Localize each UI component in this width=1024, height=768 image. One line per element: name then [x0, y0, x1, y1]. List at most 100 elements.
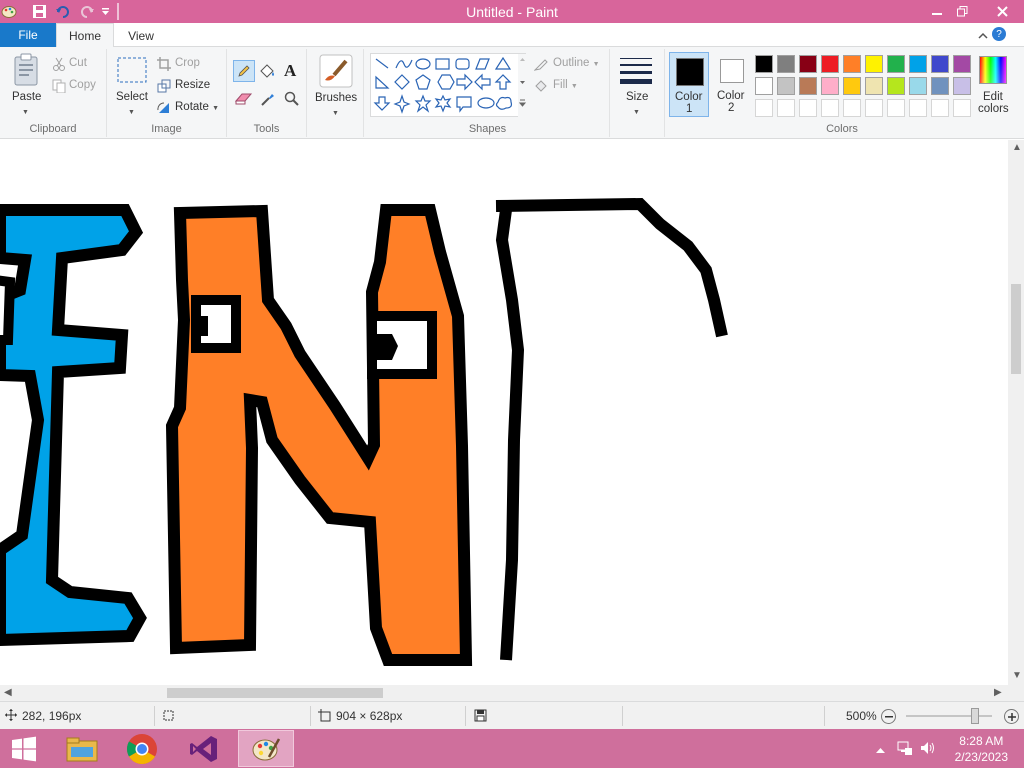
custom-color-slot[interactable]	[887, 99, 905, 117]
color-swatch[interactable]	[887, 55, 905, 73]
color2-button[interactable]: Color 2	[713, 52, 753, 117]
color-picker-icon[interactable]	[260, 91, 276, 110]
volume-icon[interactable]	[920, 740, 936, 759]
color-swatch[interactable]	[865, 55, 883, 73]
edit-colors-icon[interactable]	[979, 56, 1007, 84]
custom-color-slot[interactable]	[777, 99, 795, 117]
letter-t-outline-top	[495, 197, 728, 338]
color-swatch[interactable]	[843, 55, 861, 73]
select-icon[interactable]	[117, 57, 147, 86]
custom-color-slot[interactable]	[931, 99, 949, 117]
show-hidden-icons-icon[interactable]	[876, 743, 885, 757]
select-button[interactable]: Select	[116, 91, 148, 103]
color1-swatch	[676, 58, 704, 86]
rectangle-shape-icon	[435, 58, 450, 70]
crop-button[interactable]: Crop	[175, 57, 200, 69]
color-swatch[interactable]	[843, 77, 861, 95]
file-size-icon	[474, 709, 487, 725]
tab-file[interactable]: File	[0, 23, 56, 47]
restore-button[interactable]	[945, 0, 979, 22]
cut-button[interactable]: Cut	[69, 57, 87, 69]
custom-color-slot[interactable]	[821, 99, 839, 117]
tab-view[interactable]: View	[114, 23, 168, 48]
tools-group: A Tools	[227, 49, 307, 137]
custom-color-slot[interactable]	[843, 99, 861, 117]
custom-color-slot[interactable]	[909, 99, 927, 117]
color-swatch[interactable]	[755, 55, 773, 73]
color-swatch[interactable]	[887, 77, 905, 95]
select-dropdown-caret[interactable]: ▼	[128, 105, 135, 117]
paint-taskbar-button[interactable]	[238, 730, 294, 767]
horizontal-scrollbar[interactable]: ◀ ▶	[0, 685, 1008, 701]
paste-button[interactable]	[12, 53, 42, 90]
line-size-icon[interactable]	[620, 58, 652, 87]
horizontal-scroll-thumb[interactable]	[167, 688, 383, 698]
color-swatch[interactable]	[931, 77, 949, 95]
paste-label[interactable]: Paste	[12, 91, 41, 103]
color1-button[interactable]: Color 1	[669, 52, 709, 117]
drawing-canvas[interactable]	[0, 140, 1008, 685]
color-swatch[interactable]	[799, 55, 817, 73]
fill-button[interactable]: Fill ▼	[553, 79, 578, 91]
color-swatch[interactable]	[931, 55, 949, 73]
edit-colors-label-a[interactable]: Edit	[983, 91, 1003, 103]
color-swatch[interactable]	[821, 77, 839, 95]
vertical-scroll-thumb[interactable]	[1011, 284, 1021, 374]
cursor-position: 282, 196px	[22, 709, 82, 723]
color-swatch[interactable]	[755, 77, 773, 95]
magnifier-icon[interactable]	[284, 91, 300, 110]
file-explorer-taskbar-button[interactable]	[54, 730, 110, 767]
zoom-in-icon[interactable]	[1004, 709, 1019, 724]
scroll-down-arrow-icon[interactable]: ▼	[1012, 670, 1022, 681]
status-bar: 282, 196px 904 × 628px 500%	[0, 701, 1024, 729]
vertical-scrollbar[interactable]: ▲ ▼	[1008, 140, 1024, 685]
start-button[interactable]	[2, 730, 46, 767]
color-swatch[interactable]	[953, 77, 971, 95]
custom-color-slot[interactable]	[799, 99, 817, 117]
color-swatch[interactable]	[799, 77, 817, 95]
color-swatch[interactable]	[865, 77, 883, 95]
visual-studio-taskbar-button[interactable]	[176, 730, 232, 767]
text-icon[interactable]: A	[284, 61, 296, 81]
custom-color-slot[interactable]	[865, 99, 883, 117]
zoom-slider[interactable]	[906, 708, 992, 724]
color-swatch[interactable]	[953, 55, 971, 73]
color-swatch[interactable]	[821, 55, 839, 73]
custom-color-slot[interactable]	[755, 99, 773, 117]
zoom-slider-thumb[interactable]	[970, 708, 979, 724]
fill-bucket-icon[interactable]	[258, 63, 276, 82]
paste-dropdown-caret[interactable]: ▼	[22, 105, 29, 117]
brushes-button[interactable]: Brushes	[315, 92, 357, 104]
close-button[interactable]	[984, 0, 1020, 22]
copy-icon	[52, 79, 66, 96]
brushes-dropdown-caret[interactable]: ▼	[332, 106, 339, 118]
clock-date: 2/23/2023	[954, 750, 1008, 764]
scroll-right-arrow-icon[interactable]: ▶	[994, 687, 1002, 698]
outline-button[interactable]: Outline ▼	[553, 57, 600, 69]
chrome-taskbar-button[interactable]	[114, 730, 170, 767]
copy-button[interactable]: Copy	[69, 79, 96, 91]
collapse-ribbon-icon[interactable]	[978, 29, 988, 43]
eraser-icon[interactable]	[234, 91, 253, 108]
brushes-icon[interactable]	[319, 54, 353, 91]
size-dropdown-caret[interactable]: ▼	[633, 105, 640, 117]
edit-colors-label-b[interactable]: colors	[978, 103, 1009, 115]
colors-group: Color 1 Color 2 Edit colors Colors	[665, 49, 1021, 137]
scroll-up-arrow-icon[interactable]: ▲	[1012, 142, 1022, 153]
network-icon[interactable]	[897, 740, 913, 759]
scroll-left-arrow-icon[interactable]: ◀	[4, 687, 12, 698]
pencil-icon[interactable]	[233, 60, 255, 82]
resize-button[interactable]: Resize	[175, 79, 210, 91]
color-swatch[interactable]	[909, 77, 927, 95]
rotate-button[interactable]: Rotate ▼	[175, 101, 219, 113]
color-swatch[interactable]	[777, 55, 795, 73]
color-swatch[interactable]	[777, 77, 795, 95]
size-button[interactable]: Size	[626, 91, 648, 103]
help-icon[interactable]: ?	[992, 27, 1006, 41]
tab-home[interactable]: Home	[56, 23, 114, 48]
custom-color-slot[interactable]	[953, 99, 971, 117]
color-swatch[interactable]	[909, 55, 927, 73]
zoom-out-icon[interactable]	[881, 709, 896, 724]
right-arrow-shape-icon	[456, 73, 473, 91]
clock[interactable]: 8:28 AM 2/23/2023	[955, 733, 1008, 765]
